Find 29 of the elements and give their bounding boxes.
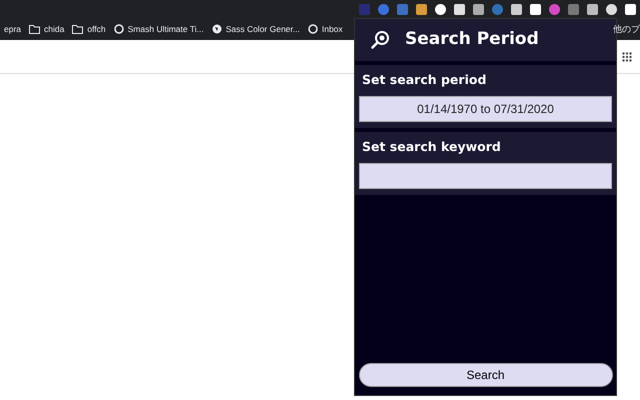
other-bookmarks-link[interactable]: 他のブ	[613, 23, 640, 36]
bookmark-link[interactable]: offch	[87, 22, 106, 36]
extension-icon[interactable]	[511, 4, 522, 14]
section-label: Set search keyword	[362, 138, 502, 156]
folder-icon	[72, 24, 84, 34]
bookmark-link[interactable]: Inbox	[322, 22, 343, 36]
globe-icon	[212, 24, 222, 34]
magnifier-icon	[371, 31, 389, 49]
bookmark-link[interactable]: chida	[44, 22, 64, 36]
extension-icon[interactable]	[530, 4, 541, 14]
extension-icon[interactable]	[473, 4, 484, 14]
input-field[interactable]: 01/14/1970 to 07/31/2020	[359, 96, 612, 122]
apps-grid-icon[interactable]	[622, 52, 632, 62]
bookmark-link[interactable]: Sass Color Gener...	[226, 22, 300, 36]
site-icon	[308, 24, 318, 34]
folder-icon	[29, 24, 40, 34]
input-field[interactable]	[359, 162, 612, 188]
extension-icon[interactable]	[454, 4, 465, 14]
site-icon	[114, 24, 124, 34]
section-label: Set search period	[362, 71, 488, 89]
bookmark-link[interactable]: epra	[4, 22, 22, 36]
extension-icon[interactable]	[435, 4, 446, 14]
bookmark-link[interactable]: Smash Ultimate Ti...	[128, 22, 204, 36]
extension-icon[interactable]	[416, 4, 427, 14]
search-button[interactable]: Search	[358, 363, 612, 387]
extension-icon[interactable]	[587, 4, 598, 14]
extension-icon[interactable]	[625, 4, 636, 14]
extension-icon[interactable]	[606, 4, 617, 14]
popup-title: Search Period	[405, 28, 539, 52]
